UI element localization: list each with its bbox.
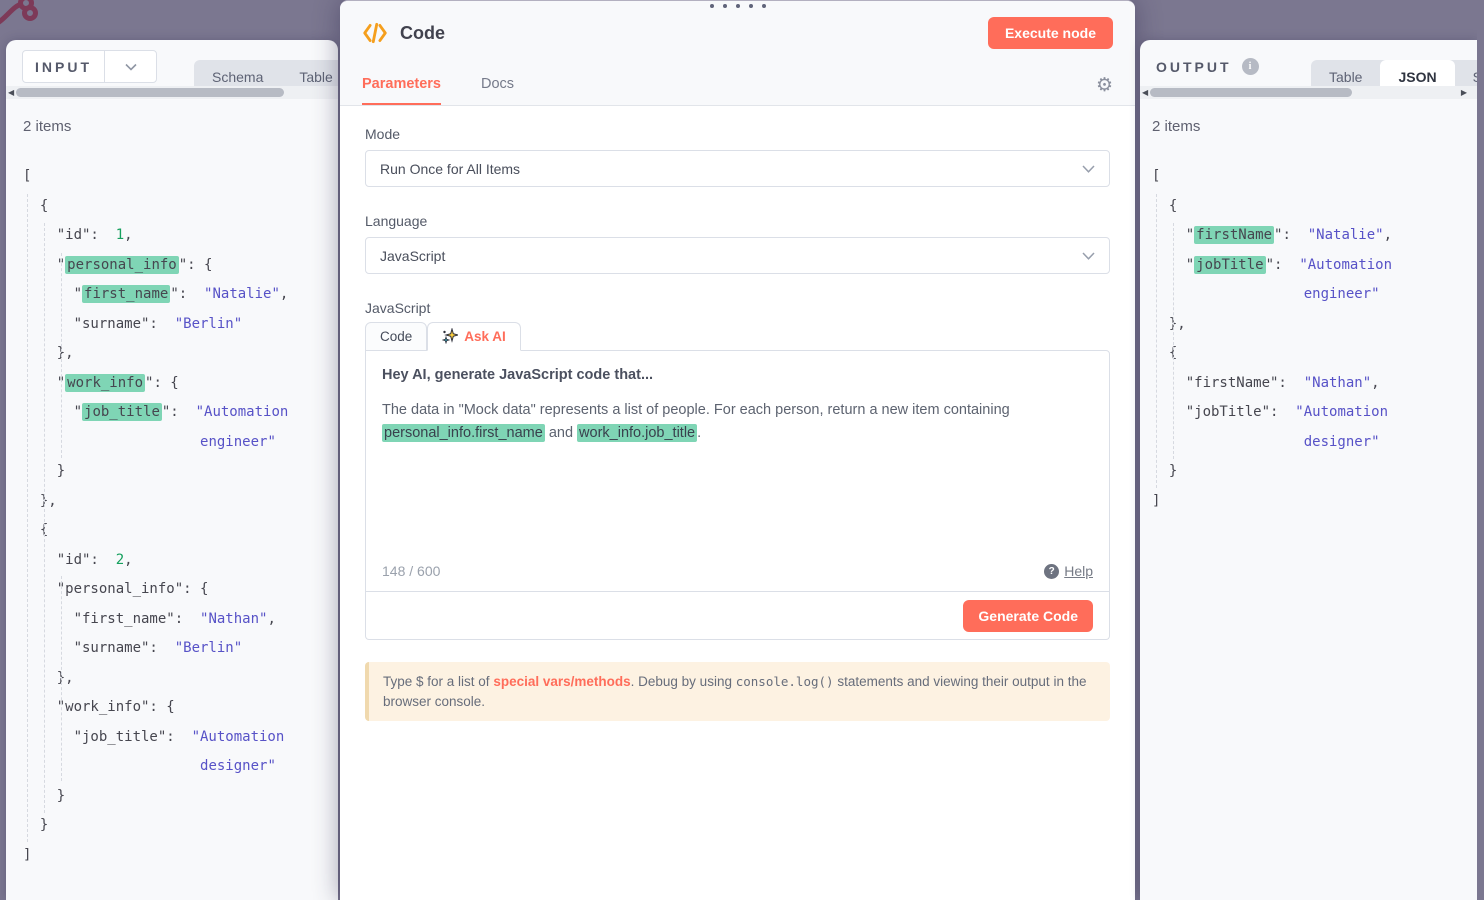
tab-parameters[interactable]: Parameters — [362, 76, 441, 105]
indent-guide — [1173, 223, 1174, 459]
scroll-left-icon[interactable]: ◀ — [1142, 86, 1148, 99]
modal-tabs: Parameters Docs — [362, 76, 514, 105]
editor-tabs: Code Ask AI — [365, 322, 1110, 351]
chevron-down-icon — [1082, 165, 1095, 173]
output-panel: OUTPUT i Table JSON Schema ◀ ▶ 2 items [… — [1140, 40, 1477, 900]
execute-node-button[interactable]: Execute node — [988, 17, 1113, 49]
scroll-left-icon[interactable]: ◀ — [8, 86, 14, 99]
scrollbar-thumb[interactable] — [1150, 88, 1352, 97]
language-label: Language — [365, 213, 1110, 229]
input-json-tree: [ { "id": 1, "personal_info": { "first_n… — [23, 162, 288, 870]
chevron-down-icon[interactable] — [104, 51, 156, 82]
generate-code-row: Generate Code — [365, 592, 1110, 640]
scroll-right-icon[interactable]: ▶ — [1461, 86, 1467, 99]
node-title: Code — [400, 23, 445, 44]
code-hint-notice: Type $ for a list of special vars/method… — [365, 662, 1110, 721]
chevron-down-icon — [1082, 252, 1095, 260]
input-panel-title: INPUT — [23, 51, 104, 82]
gear-icon[interactable]: ⚙ — [1096, 76, 1113, 95]
indent-guide — [44, 223, 45, 813]
tab-ask-ai[interactable]: Ask AI — [427, 322, 521, 351]
input-horizontal-scrollbar[interactable]: ◀ — [6, 86, 338, 99]
output-json-tree: [ { "firstName": "Natalie", "jobTitle": … — [1152, 162, 1392, 516]
modal-body: Mode Run Once for All Items Language Jav… — [340, 106, 1135, 741]
indent-guide — [27, 194, 28, 842]
n8n-canvas-logo — [0, 0, 120, 32]
help-link[interactable]: ? Help — [1044, 563, 1093, 579]
input-panel-header: INPUT Schema Table — [22, 50, 338, 83]
info-icon[interactable]: i — [1242, 58, 1259, 75]
output-horizontal-scrollbar[interactable]: ◀ ▶ — [1140, 86, 1477, 99]
char-count: 148 / 600 — [382, 563, 440, 579]
tab-docs[interactable]: Docs — [481, 76, 514, 105]
question-icon: ? — [1044, 564, 1059, 579]
language-value: JavaScript — [380, 248, 445, 264]
input-items-count: 2 items — [23, 118, 71, 135]
mode-select[interactable]: Run Once for All Items — [365, 150, 1110, 187]
code-node-modal: Code Execute node Parameters Docs ⚙ Mode… — [340, 0, 1135, 900]
output-items-count: 2 items — [1152, 118, 1200, 135]
javascript-label: JavaScript — [365, 300, 1110, 316]
input-panel: INPUT Schema Table ◀ 2 items [ { "id": 1… — [6, 40, 338, 900]
input-source-select[interactable]: INPUT — [22, 50, 157, 83]
ask-ai-prompt-area[interactable]: Hey AI, generate JavaScript code that...… — [365, 350, 1110, 592]
drag-handle[interactable] — [710, 4, 766, 8]
scrollbar-thumb[interactable] — [16, 88, 284, 97]
output-panel-title: OUTPUT — [1156, 59, 1232, 75]
modal-header-area: Code Execute node Parameters Docs ⚙ — [340, 1, 1135, 106]
canvas-right-edge — [1477, 0, 1484, 900]
prompt-heading: Hey AI, generate JavaScript code that... — [382, 367, 1093, 383]
indent-guide — [61, 576, 62, 781]
mode-value: Run Once for All Items — [380, 161, 520, 177]
indent-guide — [1156, 194, 1157, 488]
generate-code-button[interactable]: Generate Code — [963, 600, 1093, 632]
output-panel-header: OUTPUT i Table JSON Schema — [1156, 50, 1477, 83]
prompt-text: The data in "Mock data" represents a lis… — [382, 399, 1077, 445]
mode-label: Mode — [365, 126, 1110, 142]
tab-code[interactable]: Code — [365, 322, 427, 351]
sparkles-icon — [442, 328, 458, 344]
code-node-icon — [362, 20, 388, 46]
indent-guide — [61, 253, 62, 458]
language-select[interactable]: JavaScript — [365, 237, 1110, 274]
